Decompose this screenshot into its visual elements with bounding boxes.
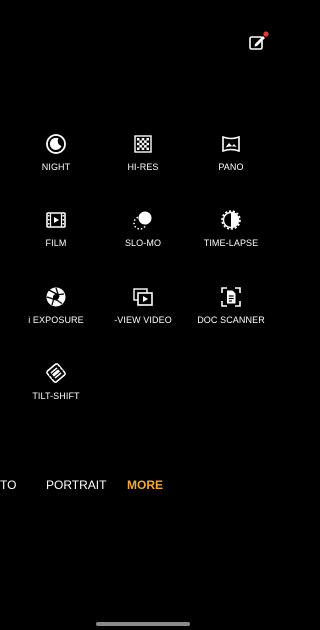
hi-res-icon bbox=[131, 132, 155, 156]
mode-pano-label: PANO bbox=[218, 162, 244, 172]
mode-dual-view-video[interactable]: -VIEW VIDEO bbox=[95, 285, 191, 345]
mode-time-lapse-label: TIME-LAPSE bbox=[203, 238, 259, 248]
mode-hi-res[interactable]: HI-RES bbox=[95, 132, 191, 192]
tab-photo[interactable]: TO bbox=[0, 478, 16, 492]
doc-scanner-icon bbox=[219, 285, 243, 309]
moon-icon bbox=[44, 132, 68, 156]
dual-view-icon bbox=[131, 285, 155, 309]
time-lapse-icon bbox=[219, 208, 243, 232]
slo-mo-icon bbox=[131, 208, 155, 232]
mode-film[interactable]: FILM bbox=[8, 208, 104, 268]
tab-portrait[interactable]: PORTRAIT bbox=[46, 478, 106, 492]
mode-tilt-shift-label: TILT-SHIFT bbox=[32, 391, 80, 401]
tilt-shift-icon bbox=[44, 361, 68, 385]
mode-night[interactable]: NIGHT bbox=[8, 132, 104, 192]
mode-grid: NIGHT HI-RES PANO FILM SLO-MO TIME-LAPSE… bbox=[0, 0, 286, 420]
aperture-icon bbox=[44, 285, 68, 309]
mode-doc-scanner[interactable]: DOC SCANNER bbox=[183, 285, 279, 345]
panorama-icon bbox=[219, 132, 243, 156]
mode-tilt-shift[interactable]: TILT-SHIFT bbox=[8, 361, 104, 421]
camera-mode-tabs: TO PORTRAIT MORE bbox=[0, 478, 286, 496]
film-icon bbox=[44, 208, 68, 232]
mode-time-lapse[interactable]: TIME-LAPSE bbox=[183, 208, 279, 268]
mode-exposure[interactable]: i EXPOSURE bbox=[8, 285, 104, 345]
tab-more[interactable]: MORE bbox=[127, 478, 163, 492]
mode-doc-scanner-label: DOC SCANNER bbox=[197, 315, 265, 325]
mode-slo-mo[interactable]: SLO-MO bbox=[95, 208, 191, 268]
mode-pano[interactable]: PANO bbox=[183, 132, 279, 192]
home-indicator[interactable] bbox=[96, 622, 190, 626]
